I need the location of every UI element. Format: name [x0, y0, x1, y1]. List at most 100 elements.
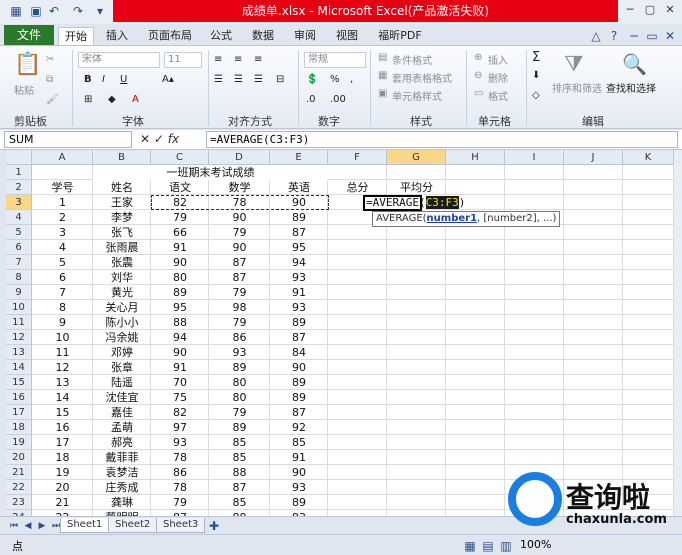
data-cell[interactable]: 93 [270, 300, 328, 315]
data-cell[interactable]: 2 [32, 210, 93, 225]
data-cell[interactable]: 86 [209, 330, 270, 345]
page-layout-view-icon[interactable]: ▤ [480, 538, 496, 554]
data-cell[interactable]: 90 [151, 255, 209, 270]
header-cell[interactable]: 平均分 [387, 180, 446, 195]
data-cell[interactable]: 15 [32, 405, 93, 420]
increase-decimal-icon[interactable]: .0 [306, 94, 316, 105]
column-header[interactable]: K [623, 150, 674, 165]
excel-app-icon[interactable]: ▦ [8, 3, 24, 19]
table-format-button[interactable]: 套用表格格式 [392, 70, 452, 85]
row-header[interactable]: 16 [6, 390, 32, 405]
column-header[interactable]: D [209, 150, 270, 165]
underline-icon[interactable]: U [120, 74, 127, 85]
data-cell[interactable]: 20 [32, 480, 93, 495]
redo-icon[interactable]: ↷ [70, 3, 86, 19]
tab-file[interactable]: 文件 [4, 25, 54, 45]
normal-view-icon[interactable]: ▦ [462, 538, 478, 554]
bold-icon[interactable]: B [84, 74, 92, 85]
column-header[interactable]: E [270, 150, 328, 165]
data-cell[interactable]: 79 [151, 210, 209, 225]
align-left-icon[interactable]: ☰ [214, 74, 223, 85]
data-cell[interactable]: 5 [32, 255, 93, 270]
data-cell[interactable]: 80 [151, 270, 209, 285]
column-header[interactable]: B [93, 150, 151, 165]
data-cell[interactable]: 93 [270, 480, 328, 495]
font-color-icon[interactable]: A [132, 94, 139, 105]
sheet-tab-1[interactable]: Sheet1 [60, 518, 110, 533]
header-cell[interactable]: 总分 [328, 180, 387, 195]
data-cell[interactable]: 16 [32, 420, 93, 435]
data-cell[interactable]: 90 [209, 240, 270, 255]
data-cell[interactable]: 91 [151, 360, 209, 375]
page-break-view-icon[interactable]: ▥ [498, 538, 514, 554]
delete-button[interactable]: 删除 [488, 70, 508, 85]
header-cell[interactable]: 数学 [209, 180, 270, 195]
data-cell[interactable]: 10 [32, 330, 93, 345]
data-cell[interactable]: 91 [270, 450, 328, 465]
borders-icon[interactable]: ⊞ [84, 94, 92, 105]
tab-insert[interactable]: 插入 [100, 27, 134, 46]
conditional-format-button[interactable]: 条件格式 [392, 52, 432, 67]
data-cell[interactable]: 89 [270, 375, 328, 390]
data-cell[interactable]: 嘉佳 [93, 405, 151, 420]
data-cell[interactable]: 79 [209, 285, 270, 300]
data-cell[interactable]: 王家 [93, 195, 151, 210]
data-cell[interactable]: 87 [209, 480, 270, 495]
cancel-entry-icon[interactable]: ✕ [140, 132, 150, 146]
row-header[interactable]: 6 [6, 240, 32, 255]
data-cell[interactable]: 70 [151, 375, 209, 390]
data-cell[interactable]: 90 [270, 195, 328, 210]
row-header[interactable]: 17 [6, 405, 32, 420]
vertical-scrollbar[interactable] [674, 150, 682, 516]
data-cell[interactable]: 87 [270, 225, 328, 240]
data-cell[interactable]: 13 [32, 375, 93, 390]
data-cell[interactable]: 91 [270, 285, 328, 300]
data-cell[interactable]: 龚琳 [93, 495, 151, 510]
grow-font-icon[interactable]: A▴ [162, 74, 174, 85]
data-cell[interactable]: 79 [209, 315, 270, 330]
column-header[interactable]: G [387, 150, 446, 165]
row-header[interactable]: 9 [6, 285, 32, 300]
row-header[interactable]: 22 [6, 480, 32, 495]
data-cell[interactable]: 97 [151, 420, 209, 435]
data-cell[interactable]: 78 [151, 450, 209, 465]
data-cell[interactable]: 93 [209, 345, 270, 360]
currency-icon[interactable]: 💲 [306, 74, 318, 85]
row-header[interactable]: 5 [6, 225, 32, 240]
row-header[interactable]: 1 [6, 165, 32, 180]
data-cell[interactable]: 11 [32, 345, 93, 360]
data-cell[interactable]: 82 [151, 405, 209, 420]
tooltip-function-name[interactable]: AVERAGE( [376, 213, 427, 224]
row-header[interactable]: 12 [6, 330, 32, 345]
name-box[interactable]: SUM [4, 131, 132, 148]
number-format-select[interactable]: 常规 [304, 52, 366, 68]
tab-home[interactable]: 开始 [58, 27, 94, 46]
data-cell[interactable]: 89 [270, 495, 328, 510]
tab-foxit-pdf[interactable]: 福昕PDF [372, 27, 428, 46]
row-header[interactable]: 2 [6, 180, 32, 195]
format-button[interactable]: 格式 [488, 88, 508, 103]
data-cell[interactable]: 黄光 [93, 285, 151, 300]
fill-color-icon[interactable]: ◆ [108, 94, 116, 105]
data-cell[interactable]: 86 [151, 465, 209, 480]
align-center-icon[interactable]: ☰ [234, 74, 243, 85]
data-cell[interactable]: 孟萌 [93, 420, 151, 435]
data-cell[interactable]: 郝亮 [93, 435, 151, 450]
data-cell[interactable]: 庄秀成 [93, 480, 151, 495]
data-cell[interactable]: 95 [270, 240, 328, 255]
data-cell[interactable]: 92 [270, 420, 328, 435]
data-cell[interactable]: 84 [270, 345, 328, 360]
sheet-tab-3[interactable]: Sheet3 [156, 518, 206, 533]
decrease-decimal-icon[interactable]: .00 [330, 94, 346, 105]
row-header[interactable]: 21 [6, 465, 32, 480]
data-cell[interactable]: 87 [270, 330, 328, 345]
row-header[interactable]: 11 [6, 315, 32, 330]
data-cell[interactable]: 80 [209, 375, 270, 390]
column-header[interactable]: A [32, 150, 93, 165]
data-cell[interactable]: 90 [270, 360, 328, 375]
data-cell[interactable]: 85 [270, 435, 328, 450]
data-cell[interactable]: 19 [32, 465, 93, 480]
data-cell[interactable]: 89 [209, 420, 270, 435]
column-header[interactable]: H [446, 150, 505, 165]
data-cell[interactable]: 79 [151, 495, 209, 510]
